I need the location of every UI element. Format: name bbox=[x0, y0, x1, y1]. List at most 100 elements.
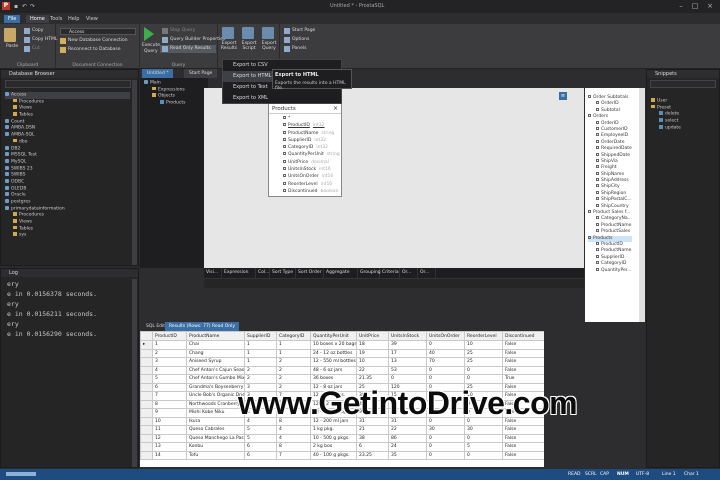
table-cell[interactable]: 0 bbox=[426, 433, 465, 443]
table-cell[interactable]: 1 bbox=[244, 348, 277, 358]
table-cell[interactable]: 13 bbox=[152, 442, 187, 452]
products-field[interactable]: ReorderLevel int16 bbox=[269, 181, 341, 188]
checkbox-icon[interactable] bbox=[596, 165, 599, 169]
table-icon[interactable] bbox=[588, 210, 591, 214]
checkbox-icon[interactable] bbox=[596, 171, 599, 175]
table-cell[interactable]: Queso Manchego La Pastora bbox=[186, 433, 245, 443]
row-selector[interactable] bbox=[140, 425, 153, 435]
table-cell[interactable]: Ikura bbox=[186, 416, 245, 426]
table-cell[interactable]: 23.25 bbox=[356, 450, 389, 460]
schema-scrollbar[interactable] bbox=[639, 88, 645, 322]
products-field[interactable]: CategoryID int32 bbox=[269, 144, 341, 151]
row-selector[interactable] bbox=[140, 408, 153, 418]
tab-untitled[interactable]: Untitled * bbox=[142, 69, 174, 78]
checkbox-icon[interactable] bbox=[596, 229, 599, 233]
table-cell[interactable]: Konbu bbox=[186, 442, 245, 452]
table-cell[interactable]: 36 boxes bbox=[310, 374, 357, 384]
table-cell[interactable]: Chef Anton's Cajun Seasoning bbox=[186, 365, 245, 375]
table-cell[interactable]: Chai bbox=[186, 340, 245, 350]
db-tree-item[interactable]: Count bbox=[5, 118, 130, 126]
products-field[interactable]: SupplierID int32 bbox=[269, 137, 341, 144]
table-cell[interactable]: 1 kg pkg. bbox=[310, 425, 357, 435]
products-table-box[interactable]: Products × * ProductID int32 ProductName str… bbox=[268, 103, 342, 197]
table-cell[interactable]: 2 bbox=[276, 365, 311, 375]
results-column-header[interactable]: Discontinued bbox=[502, 331, 544, 341]
table-cell[interactable]: False bbox=[502, 442, 544, 452]
checkbox-icon[interactable] bbox=[283, 145, 286, 149]
table-cell[interactable]: 1 bbox=[244, 357, 277, 367]
table-cell[interactable]: False bbox=[502, 365, 544, 375]
table-cell[interactable]: 24 - 12 oz bottles bbox=[310, 348, 357, 358]
table-cell[interactable]: 7 bbox=[152, 391, 187, 401]
products-field[interactable]: ProductName string bbox=[269, 130, 341, 137]
db-tree-item[interactable]: Access bbox=[5, 92, 130, 99]
table-cell[interactable]: 14 bbox=[152, 450, 187, 460]
table-icon[interactable] bbox=[588, 95, 591, 98]
start-page-button[interactable]: Start Page bbox=[292, 28, 315, 33]
checkbox-icon[interactable] bbox=[596, 133, 599, 137]
results-column-header[interactable]: UnitPrice bbox=[356, 331, 389, 341]
checkbox-icon[interactable] bbox=[283, 116, 286, 119]
table-cell[interactable]: Chang bbox=[186, 348, 245, 358]
table-cell[interactable]: True bbox=[502, 374, 544, 384]
table-cell[interactable]: 0 bbox=[426, 365, 465, 375]
table-cell[interactable]: 25 bbox=[464, 348, 503, 358]
table-cell[interactable]: 5 bbox=[244, 433, 277, 443]
checkbox-icon[interactable] bbox=[596, 178, 599, 182]
results-column-header[interactable]: ProductID bbox=[152, 331, 187, 341]
table-cell[interactable]: 21 bbox=[356, 425, 389, 435]
checkbox-icon[interactable] bbox=[596, 241, 599, 245]
db-tree-item[interactable]: Tables bbox=[5, 225, 130, 233]
table-cell[interactable]: 35 bbox=[388, 450, 427, 460]
schema-field[interactable]: QuantityPer... bbox=[588, 267, 632, 274]
table-row[interactable]: 13 Konbu 6 8 2 kg box 6 24 0 5 False bbox=[140, 442, 544, 452]
table-cell[interactable]: 4 bbox=[276, 433, 311, 443]
table-cell[interactable]: 6 bbox=[244, 450, 277, 460]
table-cell[interactable]: 70 bbox=[426, 357, 465, 367]
db-tree-item[interactable]: SWIBS 23 bbox=[5, 165, 130, 173]
db-tree-item[interactable]: MySQL bbox=[5, 158, 130, 166]
db-tree-item[interactable]: DB2 bbox=[5, 145, 130, 153]
checkbox-icon[interactable] bbox=[596, 139, 599, 143]
table-cell[interactable]: 9 bbox=[152, 408, 187, 418]
table-cell[interactable]: False bbox=[502, 425, 544, 435]
table-cell[interactable]: 2 bbox=[276, 357, 311, 367]
snippet-item[interactable]: delete bbox=[651, 111, 681, 118]
query-builder-button[interactable]: Query Builder Properties bbox=[170, 37, 225, 42]
row-selector[interactable] bbox=[140, 391, 153, 401]
table-cell[interactable]: 38 bbox=[356, 433, 389, 443]
checkbox-icon[interactable] bbox=[283, 167, 286, 171]
cut-button[interactable]: Cut bbox=[32, 46, 40, 51]
table-cell[interactable]: 25 bbox=[464, 357, 503, 367]
table-cell[interactable]: 0 bbox=[426, 340, 465, 350]
checkbox-icon[interactable] bbox=[596, 152, 599, 156]
checkbox-icon[interactable] bbox=[283, 174, 286, 178]
panels-button[interactable]: Panels bbox=[292, 46, 306, 51]
table-cell[interactable]: 8 bbox=[152, 399, 187, 409]
checkbox-icon[interactable] bbox=[283, 181, 286, 185]
tree-objects[interactable]: Objects bbox=[144, 93, 185, 100]
reconnect-button[interactable]: Reconnect to Database bbox=[68, 47, 120, 52]
table-cell[interactable]: 11 bbox=[152, 425, 187, 435]
table-cell[interactable]: 4 bbox=[276, 425, 311, 435]
table-icon[interactable] bbox=[588, 114, 591, 118]
row-selector[interactable] bbox=[140, 433, 153, 443]
close-icon[interactable]: × bbox=[705, 2, 715, 11]
undo-icon[interactable]: ↶ bbox=[22, 3, 29, 10]
criteria-column-header[interactable]: Grouping bbox=[358, 268, 381, 278]
checkbox-icon[interactable] bbox=[596, 190, 599, 194]
row-selector[interactable] bbox=[140, 348, 153, 358]
redo-icon[interactable]: ↷ bbox=[30, 3, 37, 10]
checkbox-icon[interactable] bbox=[596, 126, 599, 130]
criteria-column-header[interactable]: Sort Type bbox=[270, 268, 296, 278]
export-query-button[interactable]: Export Query bbox=[260, 41, 278, 51]
criteria-column-header[interactable]: Visi... bbox=[204, 268, 222, 278]
table-cell[interactable]: 12 bbox=[152, 433, 187, 443]
db-tree-item[interactable]: ODBC bbox=[5, 178, 130, 186]
criteria-row[interactable] bbox=[204, 278, 584, 288]
products-field[interactable]: UnitPrice decimal bbox=[269, 159, 341, 166]
table-cell[interactable]: 17 bbox=[388, 348, 427, 358]
copy-button[interactable]: Copy bbox=[32, 28, 43, 33]
results-column-header[interactable]: UnitsOnOrder bbox=[426, 331, 465, 341]
table-cell[interactable]: 2 bbox=[244, 374, 277, 384]
